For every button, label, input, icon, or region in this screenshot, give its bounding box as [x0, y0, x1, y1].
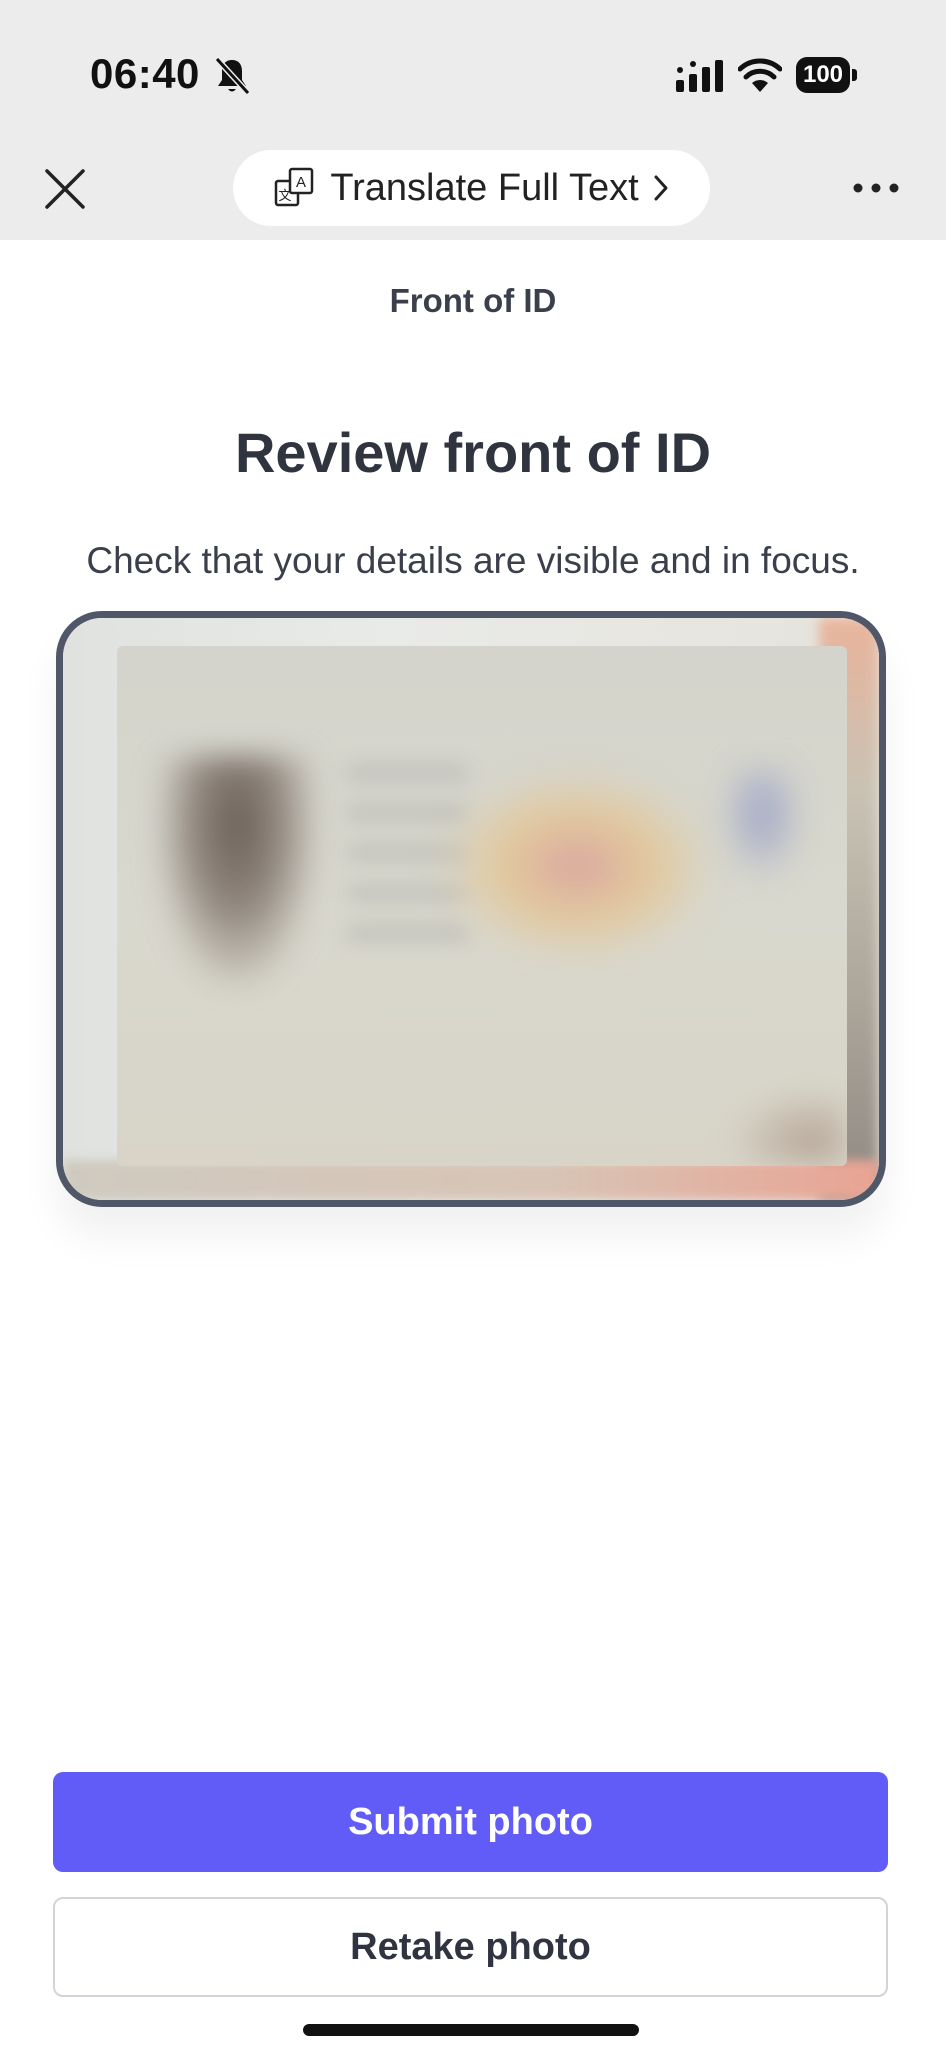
page-subtitle: Check that your details are visible and …	[86, 540, 860, 581]
bell-slash-icon	[214, 56, 250, 96]
svg-text:文: 文	[279, 188, 292, 203]
id-photo-preview	[56, 611, 886, 1207]
step-label: Front of ID	[389, 282, 557, 319]
status-time: 06:40	[90, 50, 200, 97]
translate-icon: A 文	[275, 167, 314, 207]
blurred-id-card	[117, 646, 847, 1166]
more-icon[interactable]	[852, 180, 900, 196]
battery-icon: 100	[796, 57, 858, 93]
close-icon[interactable]	[44, 168, 86, 210]
signal-icon	[676, 60, 723, 92]
id-portrait	[157, 756, 317, 986]
home-indicator	[303, 2024, 639, 2036]
retake-photo-button[interactable]: Retake photo	[53, 1897, 888, 1997]
chevron-right-icon	[654, 175, 668, 201]
battery-level: 100	[796, 57, 850, 93]
translate-full-text-button[interactable]: A 文 Translate Full Text	[233, 150, 710, 226]
top-chrome: 06:40 100 A 文 Translate Full Text	[0, 0, 946, 240]
page-title: Review front of ID	[234, 421, 712, 484]
svg-text:A: A	[296, 174, 306, 191]
translate-label: Translate Full Text	[330, 166, 639, 209]
wifi-icon	[738, 58, 782, 92]
submit-photo-button[interactable]: Submit photo	[53, 1772, 888, 1872]
